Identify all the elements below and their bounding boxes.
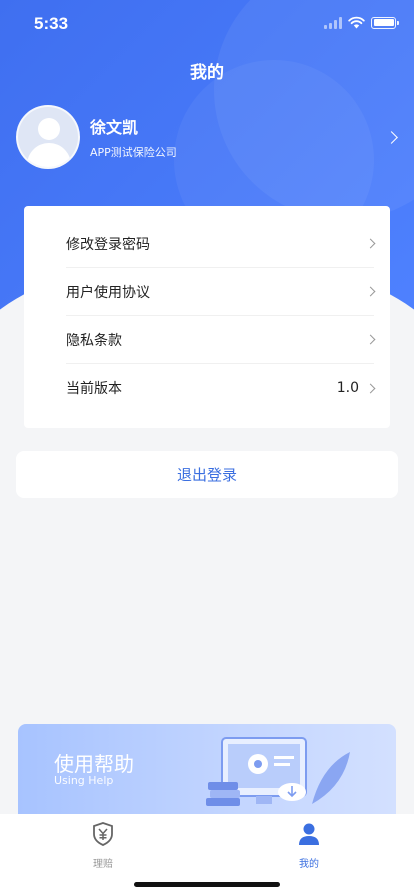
avatar [16, 105, 80, 169]
help-title: 使用帮助 [54, 752, 134, 776]
help-illustration-icon [206, 737, 350, 806]
menu-item-user-agreement[interactable]: 用户使用协议 [66, 268, 376, 316]
menu-item-label: 隐私条款 [66, 332, 122, 349]
chevron-right-icon [365, 383, 376, 393]
profile-name: 徐文凯 [90, 118, 139, 137]
wifi-icon [348, 16, 365, 29]
menu-item-label: 当前版本 [66, 381, 122, 397]
menu-item-label: 用户使用协议 [66, 284, 150, 301]
person-icon [299, 823, 319, 845]
profile-row[interactable]: 徐文凯 APP测试保险公司 [16, 104, 406, 170]
home-indicator [134, 882, 280, 887]
help-subtitle: Using Help [54, 774, 114, 787]
chevron-right-icon [365, 334, 376, 345]
menu-item-version[interactable]: 当前版本 1.0 [66, 364, 376, 412]
battery-icon [371, 16, 399, 29]
tab-label: 我的 [299, 859, 319, 870]
menu-item-change-password[interactable]: 修改登录密码 [66, 220, 376, 268]
profile-info: 徐文凯 APP测试保险公司 [90, 114, 387, 160]
status-time: 5:33 [34, 14, 69, 33]
chevron-right-icon [365, 238, 376, 249]
logout-button[interactable]: 退出登录 [16, 451, 398, 498]
help-banner[interactable]: 使用帮助 Using Help [18, 724, 396, 814]
chevron-right-icon [385, 130, 398, 144]
page-title: 我的 [190, 63, 224, 83]
status-bar: 5:33 [0, 0, 414, 50]
settings-menu: 修改登录密码 用户使用协议 隐私条款 当前版本 1.0 [24, 206, 390, 428]
tab-claims[interactable]: 理赔 [58, 820, 148, 870]
profile-company: APP测试保险公司 [90, 146, 177, 159]
chevron-right-icon [365, 286, 376, 297]
version-value: 1.0 [336, 380, 359, 396]
tab-mine[interactable]: 我的 [264, 820, 354, 870]
tab-label: 理赔 [93, 859, 113, 870]
shield-yen-icon [93, 822, 113, 846]
signal-icon [324, 16, 342, 29]
menu-item-privacy[interactable]: 隐私条款 [66, 316, 376, 364]
status-icons [324, 16, 399, 29]
menu-item-label: 修改登录密码 [66, 236, 150, 253]
